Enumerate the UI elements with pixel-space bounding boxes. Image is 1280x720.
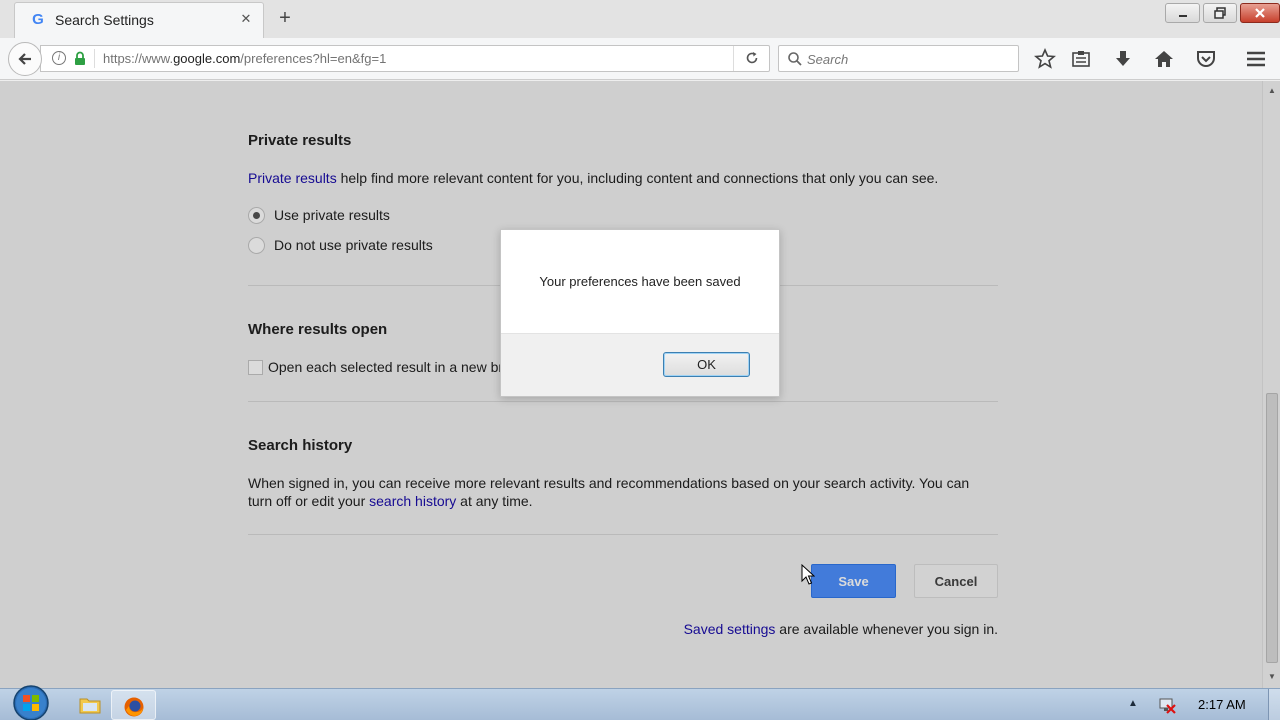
reload-button[interactable] — [733, 46, 770, 71]
mouse-cursor-icon — [801, 564, 815, 585]
lock-icon — [75, 51, 85, 65]
home-icon — [1155, 51, 1173, 67]
ok-button[interactable]: OK — [663, 352, 750, 377]
downloads-button[interactable] — [1112, 48, 1134, 70]
url-bar[interactable]: i https://www.google.com/preferences?hl=… — [40, 45, 770, 72]
browser-titlebar: G Search Settings ✕ + — [0, 0, 1280, 38]
tab-title: Search Settings — [55, 12, 154, 28]
reading-list-button[interactable] — [1070, 48, 1092, 70]
window-restore-button[interactable] — [1203, 3, 1237, 23]
search-box[interactable] — [778, 45, 1019, 72]
preferences-saved-dialog: Your preferences have been saved OK — [500, 229, 780, 397]
show-hidden-icons-arrow-icon[interactable]: ▲ — [1128, 698, 1138, 709]
close-icon — [1255, 8, 1265, 18]
search-icon — [788, 52, 802, 66]
clipboard-icon — [1072, 51, 1090, 67]
network-disconnected-icon[interactable] — [1158, 696, 1176, 714]
back-button[interactable] — [8, 42, 42, 76]
star-icon — [1034, 48, 1056, 69]
windows-start-icon[interactable] — [10, 683, 52, 720]
download-arrow-icon — [1116, 51, 1130, 66]
window-minimize-button[interactable] — [1165, 3, 1200, 23]
google-favicon-icon: G — [32, 11, 44, 28]
dialog-message: Your preferences have been saved — [539, 274, 741, 289]
browser-tab[interactable]: G Search Settings ✕ — [14, 2, 264, 38]
window-close-button[interactable] — [1240, 3, 1280, 23]
dialog-footer: OK — [501, 333, 779, 396]
minimize-icon — [1178, 15, 1187, 17]
url-text[interactable]: https://www.google.com/preferences?hl=en… — [103, 51, 386, 66]
firefox-icon — [124, 697, 143, 717]
show-desktop-button[interactable] — [1268, 689, 1280, 720]
url-separator — [94, 49, 95, 68]
menu-button[interactable] — [1245, 48, 1267, 70]
tab-close-icon[interactable]: ✕ — [239, 11, 253, 27]
info-icon[interactable]: i — [52, 51, 66, 65]
bookmark-star-button[interactable] — [1034, 48, 1056, 70]
pocket-icon — [1197, 51, 1215, 67]
taskbar-clock[interactable]: 2:17 AM — [1198, 697, 1246, 712]
folder-icon — [79, 698, 100, 714]
hamburger-menu-icon — [1247, 51, 1265, 67]
search-input[interactable] — [807, 50, 1007, 68]
windows-taskbar: ▲ 2:17 AM — [0, 685, 1280, 720]
home-button[interactable] — [1153, 48, 1175, 70]
pocket-button[interactable] — [1195, 48, 1217, 70]
back-arrow-icon — [18, 53, 31, 65]
taskbar-firefox[interactable] — [111, 690, 156, 720]
new-tab-plus-icon[interactable]: + — [274, 6, 296, 30]
taskbar-file-explorer[interactable] — [67, 690, 112, 720]
reload-icon — [746, 52, 758, 64]
browser-navbar: i https://www.google.com/preferences?hl=… — [0, 38, 1280, 80]
restore-icon — [1214, 7, 1226, 19]
